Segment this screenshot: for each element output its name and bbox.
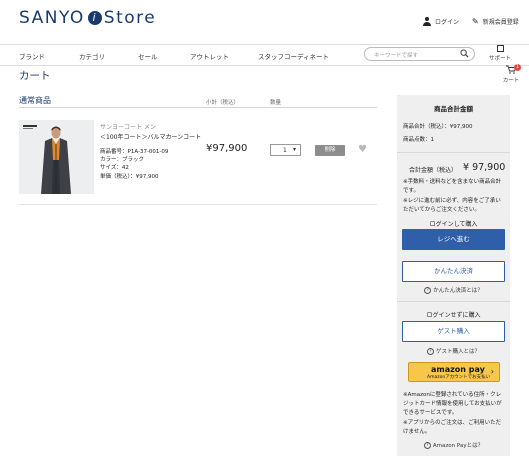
nav-item-brand[interactable]: ブランド — [19, 51, 45, 61]
col-subtotal: 小計（税込） — [206, 100, 240, 106]
delete-button[interactable]: 削除 — [315, 145, 345, 156]
logo-i-mark: i — [87, 11, 102, 25]
nav-item-sale[interactable]: セール — [138, 51, 158, 61]
quantity-value: 1 — [283, 147, 287, 154]
order-summary-panel: 商品合計金額 商品合計（税込）：¥97,900 商品点数：1 合計金額（税込） … — [397, 95, 510, 456]
cart-label: カート — [502, 78, 520, 84]
cart-link[interactable]: 1 カート — [501, 64, 521, 84]
easy-pay-help-label: かんたん決済とは？ — [433, 288, 483, 294]
guest-heading: ログインせずに購入 — [426, 312, 481, 319]
nav-item-staff-coordinate[interactable]: スタッフコーディネート — [258, 51, 329, 61]
amazon-note-2: ※アプリからのご注文は、ご利用いただけません。 — [403, 420, 502, 435]
col-quantity: 数量 — [270, 100, 282, 106]
login-label: ログイン — [435, 19, 460, 26]
search-icon[interactable] — [460, 49, 469, 58]
question-icon: ? — [423, 442, 431, 449]
register-link[interactable]: ✎ 新規会員登録 — [472, 17, 519, 26]
search-input[interactable]: キーワードで探す — [364, 47, 475, 61]
person-icon — [423, 17, 431, 26]
site-logo[interactable]: SANYO i Store — [19, 8, 156, 28]
summary-subtotal: 商品合計（税込）：¥97,900 — [403, 124, 473, 130]
site-header: SANYO i Store ログイン ✎ 新規会員登録 — [0, 0, 529, 44]
guest-help-link[interactable]: ? ゲスト購入とは？ — [397, 347, 510, 355]
nav-item-category[interactable]: カテゴリ — [79, 51, 105, 61]
chevron-right-icon: › — [490, 367, 494, 376]
product-name[interactable]: ＜100年コート＞バルマカーンコート — [100, 132, 201, 141]
amazon-pay-button[interactable]: amazon pay Amazonアカウントでお支払い › — [408, 362, 500, 382]
amazon-pay-help-link[interactable]: ? Amazon Payとは？ — [397, 441, 510, 449]
nav-item-outlet[interactable]: アウトレット — [190, 51, 229, 61]
product-color: カラー：ブラック — [100, 157, 145, 163]
summary-divider — [397, 152, 510, 153]
guest-purchase-button[interactable]: ゲスト購入 — [402, 321, 505, 342]
summary-count: 商品点数：1 — [403, 137, 434, 143]
proceed-to-checkout-button[interactable]: レジへ進む — [402, 229, 505, 250]
amazon-pay-sub: Amazonアカウントでお支払い — [427, 375, 491, 380]
summary-note-1: ※手数料・送料などを含まない商品合計です。 — [403, 179, 502, 194]
easy-pay-button[interactable]: かんたん決済 — [402, 261, 505, 282]
product-image[interactable] — [19, 120, 94, 194]
question-icon: ? — [424, 287, 432, 294]
total-value: ¥ 97,900 — [463, 162, 506, 173]
cart-count-badge: 1 — [514, 64, 521, 71]
product-unit-price: 単価（税込）：¥97,900 — [100, 174, 159, 180]
logo-text-right: Store — [103, 8, 157, 28]
chevron-down-icon: ▾ — [292, 146, 296, 153]
easy-pay-help-link[interactable]: ? かんたん決済とは？ — [397, 286, 510, 294]
support-label: サポート — [488, 56, 511, 62]
pencil-icon: ✎ — [472, 17, 479, 26]
heart-icon[interactable]: ♥ — [358, 144, 367, 155]
product-code: 商品番号：P1A-37-001-09 — [100, 149, 169, 155]
support-icon — [496, 45, 504, 52]
summary-note-2: ※レジに進む前に必ず、内容をご了承いただいてからご注文ください。 — [403, 198, 501, 213]
amazon-note-1: ※Amazonに登録されている住所・クレジットカード情報を使用してお支払いができ… — [403, 392, 502, 416]
summary-divider-2 — [397, 301, 510, 302]
support-link[interactable]: サポート — [487, 45, 513, 62]
amazon-pay-help-label: Amazon Payとは？ — [432, 443, 484, 449]
quantity-select[interactable]: 1 ▾ — [270, 144, 301, 156]
search-placeholder: キーワードで探す — [374, 53, 419, 59]
register-label: 新規会員登録 — [482, 19, 519, 26]
total-label: 合計金額（税込） — [409, 167, 458, 174]
cart-section-header: 通常商品 小計（税込） 数量 — [19, 95, 377, 108]
logo-text-left: SANYO — [19, 8, 85, 28]
page-title: カート — [19, 70, 51, 82]
cart-item-row: サンヨーコート メン ＜100年コート＞バルマカーンコート 商品番号：P1A-3… — [19, 117, 377, 205]
question-icon: ? — [426, 348, 434, 355]
item-subtotal: ¥97,900 — [206, 143, 248, 154]
login-link[interactable]: ログイン — [423, 17, 459, 26]
summary-title: 商品合計金額 — [434, 105, 473, 113]
product-size: サイズ：42 — [100, 165, 129, 171]
amazon-pay-label: amazon pay — [431, 365, 485, 374]
section-title: 通常商品 — [19, 96, 51, 105]
login-purchase-heading: ログインして購入 — [429, 221, 478, 228]
product-brand[interactable]: サンヨーコート メン — [100, 122, 156, 131]
guest-help-label: ゲスト購入とは？ — [435, 349, 480, 355]
